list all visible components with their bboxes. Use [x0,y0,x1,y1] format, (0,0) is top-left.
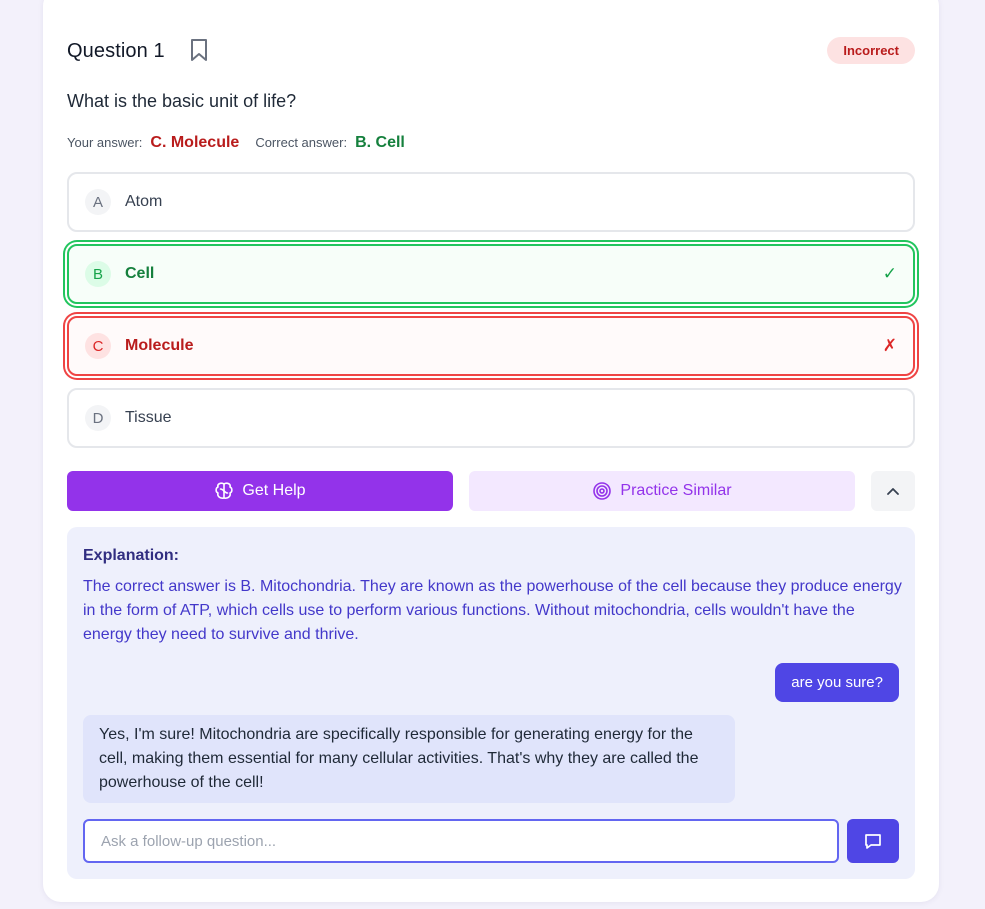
option-letter: C [85,333,111,359]
option-d[interactable]: D Tissue [67,388,915,448]
your-answer-value: C. Molecule [150,134,240,151]
option-label: Tissue [125,409,172,426]
option-letter: D [85,405,111,431]
correct-answer-label: Correct answer: [255,135,348,150]
option-letter: B [85,261,111,287]
status-badge: Incorrect [827,37,915,64]
brain-icon [214,481,234,501]
question-title: Question 1 [67,39,165,62]
question-header: Question 1 Incorrect [67,36,915,66]
answer-summary: Your answer: C. Molecule Correct answer:… [67,134,405,152]
assistant-chat-message: Yes, I'm sure! Mitochondria are specific… [83,715,735,803]
send-button[interactable] [847,819,899,863]
your-answer-label: Your answer: [67,135,143,150]
follow-up-input[interactable] [83,819,839,863]
explanation-text: The correct answer is B. Mitochondria. T… [83,578,902,643]
get-help-button[interactable]: Get Help [67,471,453,511]
option-b[interactable]: B Cell ✓ [67,244,915,304]
option-c[interactable]: C Molecule ✗ [67,316,915,376]
check-icon: ✓ [882,264,897,283]
cross-icon: ✗ [882,336,897,355]
question-text: What is the basic unit of life? [67,91,297,111]
chevron-up-icon [886,486,900,496]
correct-answer-value: B. Cell [355,134,405,151]
question-card: Question 1 Incorrect What is the basic u… [43,0,939,902]
option-label: Atom [125,193,163,210]
practice-similar-label: Practice Similar [620,482,732,499]
option-letter: A [85,189,111,215]
explanation-panel: Explanation: The correct answer is B. Mi… [67,527,915,879]
bookmark-icon[interactable] [189,38,211,64]
option-a[interactable]: A Atom [67,172,915,232]
option-label: Cell [125,265,155,282]
user-chat-message: are you sure? [775,663,899,702]
explanation-title: Explanation: [83,547,180,564]
get-help-label: Get Help [242,482,306,499]
collapse-button[interactable] [871,471,915,511]
target-icon [592,481,612,501]
practice-similar-button[interactable]: Practice Similar [469,471,855,511]
message-icon [863,831,883,851]
option-label: Molecule [125,337,194,354]
